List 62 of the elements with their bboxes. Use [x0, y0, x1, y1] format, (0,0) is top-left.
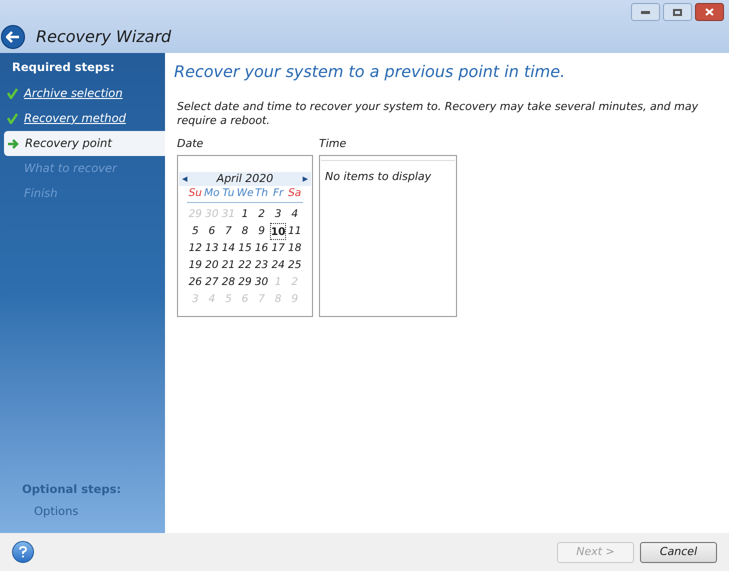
window-title: Recovery Wizard — [36, 26, 172, 48]
calendar-day[interactable]: 23 — [253, 257, 270, 274]
calendar-day[interactable]: 7 — [220, 223, 237, 240]
calendar-day[interactable]: 13 — [204, 240, 220, 257]
weekday-label: Tu — [221, 186, 236, 202]
wizard-button[interactable]: Cancel — [640, 542, 717, 562]
description-text: Select date and time to recover your system to. Recovery may take several minutes, and may require a reboot. — [177, 100, 700, 128]
calendar-day[interactable]: 5 — [187, 223, 204, 240]
empty-list-message: No items to display — [325, 170, 432, 183]
weekday-label: Fr — [272, 186, 285, 202]
weekday-label: Su — [188, 186, 203, 202]
calendar-day[interactable]: 28 — [220, 274, 237, 291]
calendar-day[interactable]: 26 — [187, 274, 204, 291]
step-label: What to recover — [24, 160, 117, 177]
calendar-day[interactable]: 9 — [253, 223, 270, 240]
time-list[interactable]: No items to display — [319, 155, 457, 317]
optional-steps-heading: Optional steps: — [22, 481, 122, 498]
page-heading: Recover your system to a previous point in time. — [174, 61, 566, 83]
help-icon[interactable] — [12, 541, 34, 563]
calendar-day[interactable]: 19 — [187, 257, 204, 274]
calendar-day[interactable]: 2 — [253, 206, 270, 223]
calendar-day[interactable]: 4 — [286, 206, 303, 223]
step-link[interactable]: Archive selection — [24, 84, 123, 102]
calendar-day[interactable]: 22 — [236, 257, 254, 274]
close-icon — [705, 8, 714, 16]
weekday-label: Mo — [204, 186, 220, 202]
calendar-day[interactable]: 30 — [253, 274, 270, 291]
calendar-day[interactable]: 6 — [204, 223, 220, 240]
calendar-day[interactable]: 1 — [236, 206, 254, 223]
minimize-button[interactable] — [631, 3, 660, 21]
calendar-day[interactable]: 18 — [286, 240, 303, 257]
sidebar-heading: Required steps: — [12, 59, 116, 76]
calendar-day[interactable]: 29 — [236, 274, 254, 291]
calendar-day[interactable]: 20 — [204, 257, 220, 274]
calendar-day[interactable]: 17 — [270, 240, 286, 257]
calendar-day[interactable]: 21 — [220, 257, 237, 274]
calendar-day[interactable]: 27 — [204, 274, 220, 291]
step-link[interactable]: Recovery method — [24, 110, 126, 128]
calendar-day[interactable]: 24 — [270, 257, 286, 274]
check-icon — [7, 113, 18, 124]
maximize-button[interactable] — [663, 3, 692, 21]
calendar-day[interactable]: 10 — [270, 223, 286, 240]
calendar-day[interactable]: 11 — [286, 223, 303, 240]
calendar-day[interactable]: 14 — [220, 240, 237, 257]
calendar-day[interactable]: 8 — [236, 223, 254, 240]
arrow-icon — [7, 138, 20, 150]
check-icon — [7, 88, 18, 99]
calendar-day[interactable]: 12 — [187, 240, 204, 257]
weekday-label: Sa — [287, 186, 302, 202]
calendar-day[interactable]: 25 — [286, 257, 303, 274]
calendar-day[interactable]: 16 — [253, 240, 270, 257]
close-button[interactable] — [695, 3, 724, 21]
current-step[interactable]: Recovery point — [4, 131, 165, 156]
step-label: Options — [34, 503, 80, 520]
month-title: April 2020 — [216, 170, 274, 187]
weekday-label: We — [236, 186, 254, 202]
calendar-day[interactable]: 3 — [270, 206, 286, 223]
time-label: Time — [319, 136, 348, 152]
date-label: Date — [177, 136, 204, 152]
step-label: Finish — [24, 184, 58, 202]
calendar-day[interactable]: 15 — [236, 240, 254, 257]
weekday-label: Th — [254, 186, 270, 202]
